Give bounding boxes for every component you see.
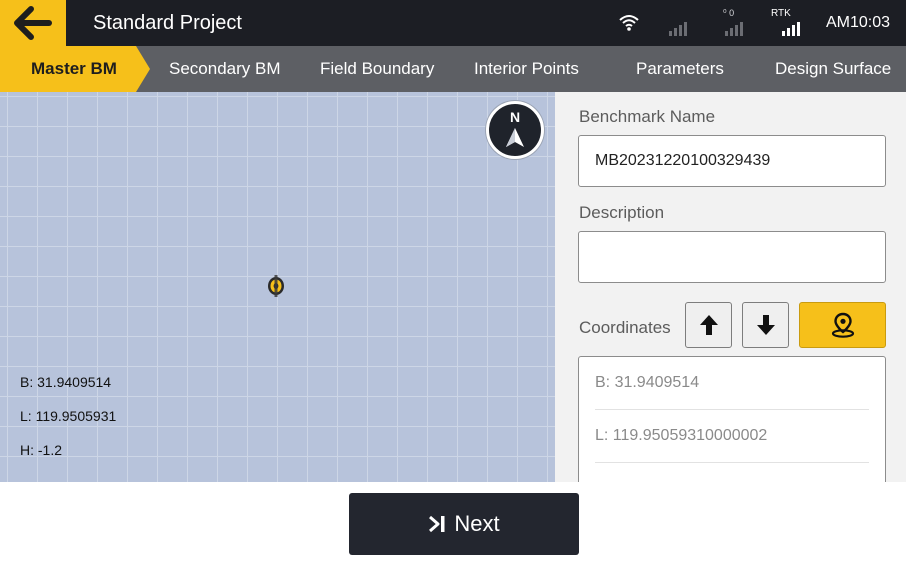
- coordinate-l-value: L: 119.95059310000002: [595, 427, 768, 444]
- tab-parameters[interactable]: Parameters: [636, 46, 724, 92]
- benchmark-name-label: Benchmark Name: [579, 107, 716, 126]
- location-pin-icon: [831, 312, 854, 338]
- status-clock: AM10:03: [826, 14, 891, 31]
- next-button[interactable]: Next: [349, 493, 579, 555]
- benchmark-name-input[interactable]: MB20231220100329439: [578, 135, 886, 187]
- arrow-up-icon: [699, 315, 718, 335]
- wifi-icon: [619, 15, 639, 31]
- benchmark-marker-icon: [268, 275, 284, 297]
- satellite-signal-icon: [725, 22, 743, 36]
- top-bar: Standard Project ⁰ 0 RTK AM10:03: [0, 0, 906, 46]
- north-arrow-icon: [506, 128, 524, 147]
- compass-north-label: N: [509, 109, 521, 125]
- export-coordinates-button[interactable]: [742, 302, 789, 348]
- tab-interior-points[interactable]: Interior Points: [474, 46, 579, 92]
- map-longitude-readout: L: 119.9505931: [20, 408, 117, 424]
- description-label: Description: [579, 203, 665, 222]
- description-input[interactable]: [578, 231, 886, 283]
- import-coordinates-button[interactable]: [685, 302, 732, 348]
- next-button-label: Next: [454, 511, 500, 536]
- tab-master-bm[interactable]: Master BM: [0, 46, 150, 92]
- locate-current-position-button[interactable]: [799, 302, 886, 348]
- tab-secondary-bm[interactable]: Secondary BM: [169, 46, 281, 92]
- divider: [595, 409, 869, 410]
- app-screen: Standard Project ⁰ 0 RTK AM10:03 Master …: [0, 0, 906, 566]
- map-latitude-readout: B: 31.9409514: [20, 374, 112, 390]
- compass-button[interactable]: N: [486, 101, 544, 159]
- rtk-label: RTK: [771, 8, 791, 19]
- cellular-signal-icon: [669, 22, 687, 36]
- coordinate-b-value: B: 31.9409514: [595, 374, 700, 391]
- back-button[interactable]: [0, 0, 66, 46]
- arrow-left-icon: [14, 6, 52, 40]
- coordinates-box[interactable]: B: 31.9409514 L: 119.95059310000002: [578, 356, 886, 486]
- skip-next-icon: [429, 515, 445, 533]
- tab-bar: Master BM Secondary BM Field Boundary In…: [0, 46, 906, 92]
- coordinates-label: Coordinates: [579, 318, 671, 337]
- map-height-readout: H: -1.2: [20, 442, 63, 458]
- divider: [595, 462, 869, 463]
- tab-field-boundary[interactable]: Field Boundary: [320, 46, 434, 92]
- arrow-down-icon: [756, 315, 775, 335]
- page-title: Standard Project: [93, 12, 242, 34]
- rtk-signal-icon: [782, 22, 800, 36]
- satellite-count-label: ⁰ 0: [723, 8, 735, 18]
- tab-design-surface[interactable]: Design Surface: [775, 46, 891, 92]
